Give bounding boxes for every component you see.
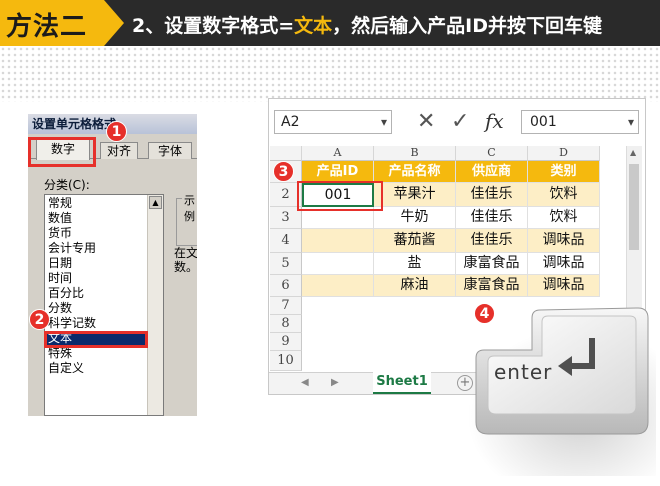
column-header-a[interactable]: A	[302, 146, 374, 161]
tab-font[interactable]: 字体	[148, 142, 192, 159]
list-item-currency[interactable]: 货币	[48, 226, 148, 241]
table-cell[interactable]: 调味品	[528, 229, 600, 253]
chevron-down-icon[interactable]: ▾	[628, 111, 634, 133]
selected-category-highlight	[44, 331, 148, 348]
banner: 方法二 2、设置数字格式=文本，然后输入产品ID并按下回车键	[0, 0, 660, 46]
scroll-thumb[interactable]	[629, 164, 639, 250]
table-cell[interactable]	[302, 229, 374, 253]
row-header-5[interactable]: 5	[270, 253, 302, 275]
active-cell-highlight	[297, 181, 383, 211]
table-cell[interactable]: 牛奶	[374, 207, 456, 229]
row-header-7[interactable]: 7	[270, 297, 302, 315]
list-item-scientific[interactable]: 科学记数	[48, 316, 148, 331]
table-cell[interactable]	[302, 253, 374, 275]
list-item-percentage[interactable]: 百分比	[48, 286, 148, 301]
table-cell[interactable]: 饮料	[528, 183, 600, 207]
table-cell[interactable]: 康富食品	[456, 253, 528, 275]
list-item-number[interactable]: 数值	[48, 211, 148, 226]
step-badge-2: 2	[29, 309, 50, 330]
column-header-b[interactable]: B	[374, 146, 456, 161]
column-header-d[interactable]: D	[528, 146, 600, 161]
sample-label: 示例	[182, 192, 197, 224]
table-cell[interactable]: 佳佳乐	[456, 183, 528, 207]
step-badge-1: 1	[106, 121, 127, 142]
scroll-up-icon[interactable]: ▲	[630, 148, 636, 157]
table-cell[interactable]	[302, 275, 374, 297]
list-item-custom[interactable]: 自定义	[48, 361, 148, 376]
list-item-fraction[interactable]: 分数	[48, 301, 148, 316]
step-badge-4: 4	[474, 303, 495, 324]
table-cell[interactable]: 麻油	[374, 275, 456, 297]
insert-function-icon[interactable]: fx	[485, 109, 504, 133]
table-cell[interactable]: 蕃茄酱	[374, 229, 456, 253]
select-all-corner[interactable]	[270, 146, 302, 161]
row-header-9[interactable]: 9	[270, 333, 302, 351]
sheet-tab-sheet1[interactable]: Sheet1	[373, 372, 431, 394]
method-label: 方法二	[0, 0, 124, 46]
tab-highlight-box	[28, 137, 96, 167]
next-sheet-icon[interactable]: ▶	[331, 377, 339, 388]
description-text: 在文数。	[174, 246, 197, 274]
format-cells-dialog: 设置单元格格式 数字 对齐 字体 分类(C): 常规 数值 货币 会计专用 日期…	[27, 114, 197, 416]
table-cell[interactable]: 饮料	[528, 207, 600, 229]
table-cell[interactable]: 佳佳乐	[456, 207, 528, 229]
formula-bar[interactable]: 001 ▾	[521, 110, 639, 134]
category-list[interactable]: 常规 数值 货币 会计专用 日期 时间 百分比 分数 科学记数 文本 特殊 自定…	[44, 194, 164, 416]
list-item-date[interactable]: 日期	[48, 256, 148, 271]
step-badge-3: 3	[273, 161, 294, 182]
row-header-4[interactable]: 4	[270, 229, 302, 253]
table-cell[interactable]: 盐	[374, 253, 456, 275]
header-cell-product-name[interactable]: 产品名称	[374, 161, 456, 183]
scroll-up-icon[interactable]: ▲	[149, 196, 162, 209]
step-highlight: 文本	[294, 15, 333, 37]
list-item-time[interactable]: 时间	[48, 271, 148, 286]
step-title: 2、设置数字格式=文本，然后输入产品ID并按下回车键	[132, 15, 602, 37]
name-box[interactable]: A2 ▾	[274, 110, 392, 134]
table-cell[interactable]: 康富食品	[456, 275, 528, 297]
tab-alignment[interactable]: 对齐	[100, 142, 138, 159]
table-cell[interactable]: 苹果汁	[374, 183, 456, 207]
table-cell[interactable]: 调味品	[528, 253, 600, 275]
list-scrollbar[interactable]: ▲	[147, 195, 163, 415]
header-cell-supplier[interactable]: 供应商	[456, 161, 528, 183]
chevron-down-icon[interactable]: ▾	[381, 111, 387, 133]
header-cell-category[interactable]: 类别	[528, 161, 600, 183]
prev-sheet-icon[interactable]: ◀	[301, 377, 309, 388]
column-header-c[interactable]: C	[456, 146, 528, 161]
dot-pattern	[0, 46, 660, 102]
row-header-10[interactable]: 10	[270, 351, 302, 371]
header-cell-product-id[interactable]: 产品ID	[302, 161, 374, 183]
cancel-icon[interactable]: ✕	[417, 107, 435, 137]
category-label: 分类(C):	[44, 178, 90, 192]
list-item-general[interactable]: 常规	[48, 196, 148, 211]
confirm-icon[interactable]: ✓	[451, 107, 469, 137]
row-header-6[interactable]: 6	[270, 275, 302, 297]
list-item-accounting[interactable]: 会计专用	[48, 241, 148, 256]
row-header-8[interactable]: 8	[270, 315, 302, 333]
enter-key-label: enter	[494, 360, 553, 384]
table-cell[interactable]: 调味品	[528, 275, 600, 297]
table-cell[interactable]: 佳佳乐	[456, 229, 528, 253]
list-item-special[interactable]: 特殊	[48, 346, 148, 361]
